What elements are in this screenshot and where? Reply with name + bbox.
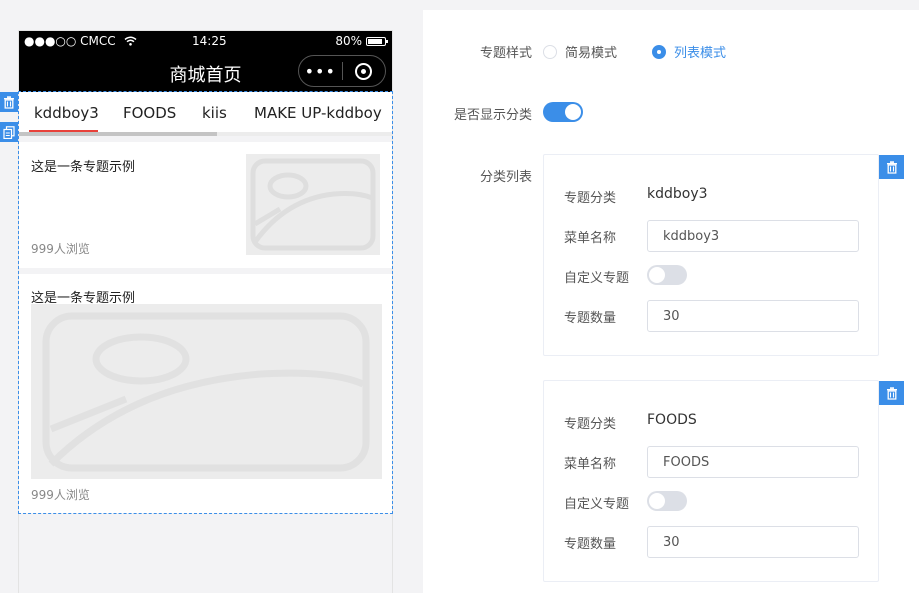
show-category-label: 是否显示分类	[453, 108, 532, 123]
preview-panel: ●●●○○ CMCC 14:25 80% 商城首页 ••• kddboy3 FO…	[0, 0, 423, 593]
radio-circle-icon[interactable]	[543, 44, 557, 59]
status-bar: ●●●○○ CMCC 14:25 80%	[19, 31, 392, 51]
menu-name-label: 菜单名称	[564, 231, 617, 246]
topic-count-input[interactable]	[647, 300, 859, 332]
category-value: kddboy3	[647, 186, 708, 202]
copy-icon[interactable]	[0, 122, 18, 142]
more-dots-icon[interactable]: •••	[299, 62, 342, 81]
radio-list-mode[interactable]: 列表模式	[652, 42, 726, 61]
trash-icon[interactable]	[879, 381, 904, 405]
custom-topic-toggle[interactable]	[647, 265, 687, 285]
category-item: 专题分类 kddboy3 菜单名称 自定义专题 专题数量	[543, 154, 879, 356]
show-category-toggle[interactable]	[543, 102, 583, 122]
menu-name-label: 菜单名称	[564, 457, 617, 472]
topic-count-label: 专题数量	[564, 311, 617, 326]
menu-name-input[interactable]	[647, 220, 859, 252]
topic-count-label: 专题数量	[564, 537, 617, 552]
trash-icon[interactable]	[0, 92, 18, 112]
radio-checked-icon[interactable]	[652, 44, 666, 59]
selected-component-outline	[18, 91, 393, 514]
custom-topic-label: 自定义专题	[564, 271, 630, 286]
nav-bar: 商城首页 •••	[19, 51, 392, 92]
category-list-label: 分类列表	[479, 170, 532, 185]
custom-topic-toggle[interactable]	[647, 491, 687, 511]
close-circle-icon[interactable]	[342, 62, 385, 80]
topic-count-input[interactable]	[647, 526, 859, 558]
radio-simple-mode[interactable]: 简易模式	[543, 42, 617, 61]
carrier-label: ●●●○○ CMCC	[24, 34, 137, 48]
menu-name-input[interactable]	[647, 446, 859, 478]
battery-icon	[366, 36, 388, 46]
capsule-menu[interactable]: •••	[298, 55, 386, 87]
radio-label: 简易模式	[565, 46, 618, 61]
status-time: 14:25	[192, 34, 227, 48]
battery-status: 80%	[335, 34, 388, 48]
category-field-label: 专题分类	[564, 417, 617, 432]
custom-topic-label: 自定义专题	[564, 497, 630, 512]
category-value: FOODS	[647, 412, 697, 428]
wifi-icon	[124, 36, 136, 46]
battery-percent: 80%	[335, 34, 362, 48]
radio-label: 列表模式	[674, 46, 727, 61]
settings-panel: 专题样式 简易模式 列表模式 是否显示分类 分类列表 专题分类 kddboy3 …	[423, 10, 919, 593]
category-item: 专题分类 FOODS 菜单名称 自定义专题 专题数量	[543, 380, 879, 582]
category-field-label: 专题分类	[564, 191, 617, 206]
trash-icon[interactable]	[879, 155, 904, 179]
style-label: 专题样式	[479, 46, 532, 61]
